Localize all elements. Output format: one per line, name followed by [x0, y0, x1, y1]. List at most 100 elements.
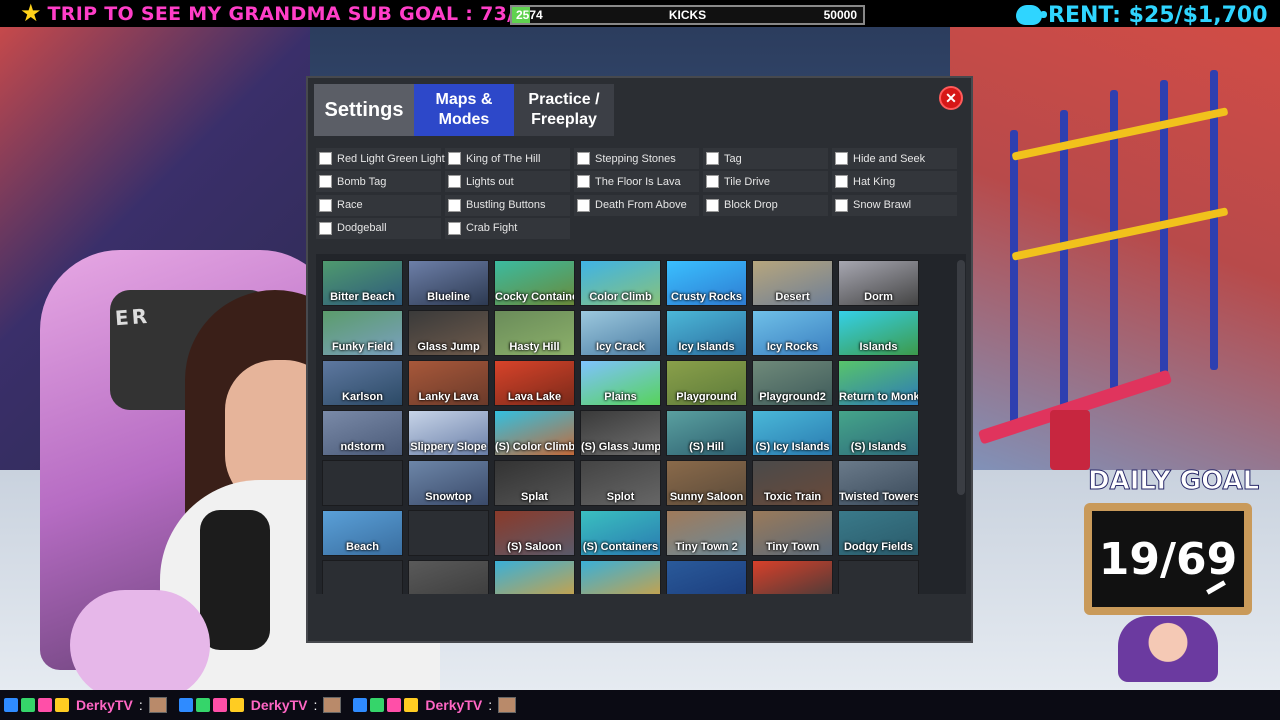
mode-option[interactable]: King of The Hill: [445, 148, 570, 169]
chat-badge-icon: [404, 698, 419, 712]
mode-option[interactable]: Snow Brawl: [832, 194, 957, 216]
map-tile[interactable]: Color Climb: [580, 260, 661, 306]
mode-checkbox[interactable]: [706, 175, 719, 189]
map-tile[interactable]: Karlson: [322, 360, 403, 406]
map-tile[interactable]: ndstorm: [322, 410, 403, 456]
map-tile[interactable]: Toxic Train: [752, 460, 833, 506]
map-tile[interactable]: (S) Islands: [838, 410, 919, 456]
map-tile[interactable]: Tiny Town: [752, 510, 833, 556]
map-tile[interactable]: [580, 560, 661, 594]
map-tile[interactable]: Dodgy Fields: [838, 510, 919, 556]
map-tile[interactable]: Twisted Towers: [838, 460, 919, 506]
mode-checkbox[interactable]: [319, 175, 332, 189]
kicks-label: KICKS: [668, 8, 707, 22]
map-tile[interactable]: [666, 560, 747, 594]
map-tile[interactable]: Slippery Slope: [408, 410, 489, 456]
mode-checkbox[interactable]: [706, 152, 719, 165]
mode-option[interactable]: Crab Fight: [445, 217, 570, 239]
mode-checkbox[interactable]: [319, 221, 332, 235]
map-tile[interactable]: [322, 460, 403, 506]
map-name: Toxic Train: [763, 491, 822, 503]
mode-option[interactable]: Hide and Seek: [832, 148, 957, 169]
mode-checkbox[interactable]: [448, 152, 461, 165]
chat-username[interactable]: DerkyTV: [251, 697, 308, 713]
map-tile[interactable]: Funky Field: [322, 310, 403, 356]
map-tile[interactable]: Icy Rocks: [752, 310, 833, 356]
mode-option[interactable]: The Floor Is Lava: [574, 171, 699, 193]
mode-checkbox[interactable]: [448, 175, 461, 189]
map-tile[interactable]: Desert: [752, 260, 833, 306]
mode-option[interactable]: Tile Drive: [703, 171, 828, 193]
close-button[interactable]: ✕: [939, 86, 963, 110]
mode-option[interactable]: Stepping Stones: [574, 148, 699, 169]
map-tile[interactable]: Glass Jump: [408, 310, 489, 356]
tab-settings[interactable]: Settings: [314, 84, 414, 136]
map-tile[interactable]: Splot: [580, 460, 661, 506]
map-tile[interactable]: [752, 560, 833, 594]
map-tile[interactable]: Icy Crack: [580, 310, 661, 356]
mode-checkbox[interactable]: [577, 175, 590, 189]
mode-checkbox[interactable]: [706, 198, 719, 212]
map-tile[interactable]: Snowtop: [408, 460, 489, 506]
kicks-progress-bar: 2574 KICKS 50000: [510, 5, 865, 25]
mode-option[interactable]: Block Drop: [703, 194, 828, 216]
map-tile[interactable]: [494, 560, 575, 594]
map-tile[interactable]: [322, 560, 403, 594]
mode-checkbox[interactable]: [835, 152, 848, 165]
map-tile[interactable]: [408, 510, 489, 556]
map-tile[interactable]: Playground: [666, 360, 747, 406]
mode-checkbox[interactable]: [577, 198, 590, 212]
chat-username[interactable]: DerkyTV: [76, 697, 133, 713]
map-tile[interactable]: Plains: [580, 360, 661, 406]
mode-checkbox[interactable]: [448, 198, 461, 212]
mode-option[interactable]: Death From Above: [574, 194, 699, 216]
map-tile[interactable]: (S) Icy Islands: [752, 410, 833, 456]
maps-scrollbar[interactable]: [957, 260, 965, 495]
map-tile[interactable]: Bitter Beach: [322, 260, 403, 306]
map-tile[interactable]: Splat: [494, 460, 575, 506]
mode-checkbox[interactable]: [577, 152, 590, 165]
map-tile[interactable]: Cocky Containers: [494, 260, 575, 306]
mode-checkbox[interactable]: [835, 198, 848, 212]
map-tile[interactable]: (S) Saloon: [494, 510, 575, 556]
map-tile[interactable]: Sunny Saloon: [666, 460, 747, 506]
mode-checkbox[interactable]: [835, 175, 848, 189]
map-tile[interactable]: (S) Hill: [666, 410, 747, 456]
mode-option[interactable]: Race: [316, 194, 441, 216]
mode-checkbox[interactable]: [319, 198, 332, 212]
map-tile[interactable]: (S) Glass Jump: [580, 410, 661, 456]
chat-badge-icon: [38, 698, 52, 712]
mode-checkbox[interactable]: [448, 221, 461, 235]
tab-practice-freeplay[interactable]: Practice / Freeplay: [514, 84, 614, 136]
map-tile[interactable]: Return to Monke: [838, 360, 919, 406]
map-tile[interactable]: Playground2: [752, 360, 833, 406]
map-tile[interactable]: Beach: [322, 510, 403, 556]
map-tile[interactable]: (S) Containers: [580, 510, 661, 556]
chat-badge-icon: [353, 698, 368, 712]
map-tile[interactable]: [838, 560, 919, 594]
mode-option[interactable]: Hat King: [832, 171, 957, 193]
chat-username[interactable]: DerkyTV: [425, 697, 482, 713]
piggy-bank-icon: [1016, 5, 1047, 25]
map-tile[interactable]: Tiny Town 2: [666, 510, 747, 556]
tab-maps-and-modes[interactable]: Maps & Modes: [414, 84, 514, 136]
map-tile[interactable]: Lanky Lava: [408, 360, 489, 406]
mode-option[interactable]: Bustling Buttons: [445, 194, 570, 216]
map-tile[interactable]: (S) Color Climb: [494, 410, 575, 456]
mode-option[interactable]: Bomb Tag: [316, 171, 441, 193]
map-tile[interactable]: Crusty Rocks: [666, 260, 747, 306]
map-tile[interactable]: Hasty Hill: [494, 310, 575, 356]
mode-checkbox[interactable]: [319, 152, 332, 165]
mode-option[interactable]: Tag: [703, 148, 828, 169]
map-tile[interactable]: Blueline: [408, 260, 489, 306]
map-tile[interactable]: Islands: [838, 310, 919, 356]
map-name: Tiny Town 2: [675, 541, 738, 553]
map-tile[interactable]: Lava Lake: [494, 360, 575, 406]
mode-option[interactable]: Lights out: [445, 171, 570, 193]
map-tile[interactable]: Dorm: [838, 260, 919, 306]
mode-option[interactable]: Red Light Green Light: [316, 148, 445, 169]
map-name: Icy Crack: [596, 341, 645, 353]
map-tile[interactable]: Icy Islands: [666, 310, 747, 356]
map-tile[interactable]: [408, 560, 489, 594]
mode-option[interactable]: Dodgeball: [316, 217, 441, 239]
